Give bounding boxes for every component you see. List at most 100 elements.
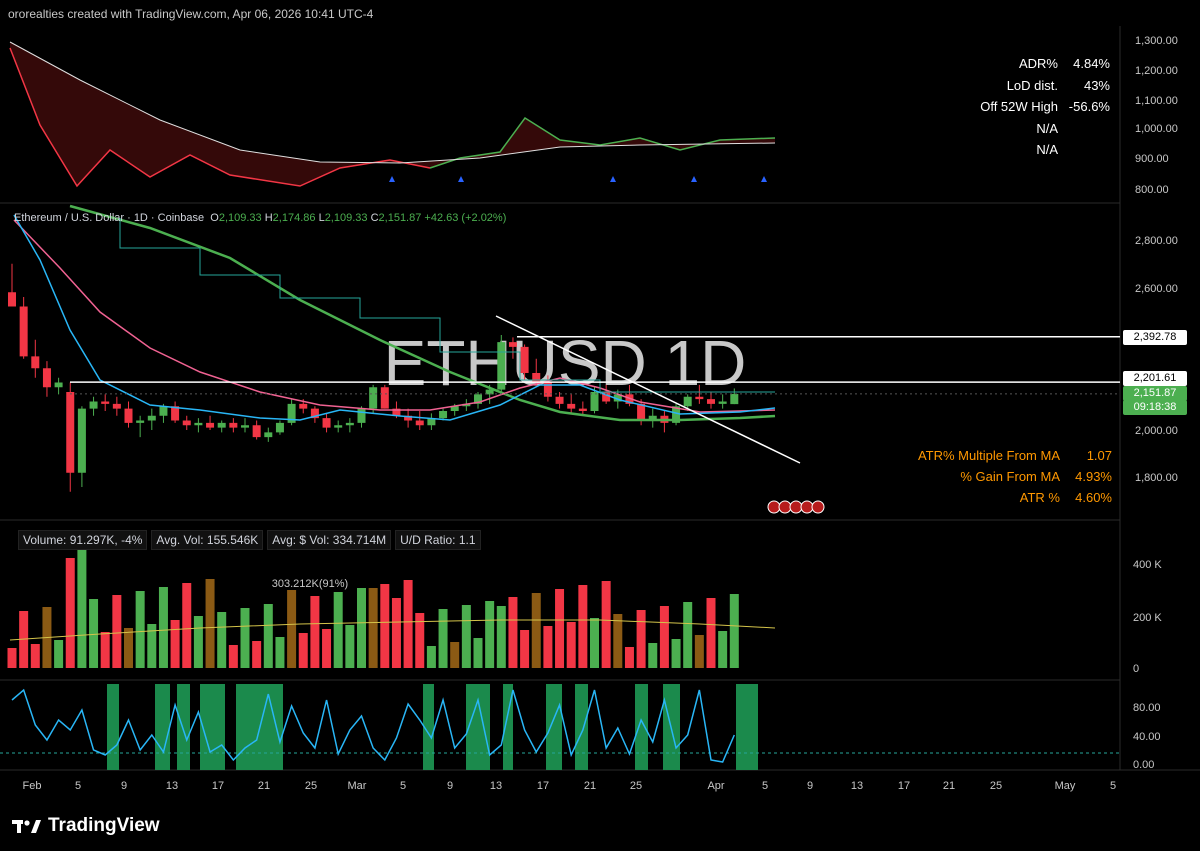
rs-y-tick: 900.00	[1135, 153, 1169, 165]
x-axis-tick: 13	[166, 780, 178, 792]
volume-bar	[357, 588, 366, 668]
candle-body	[322, 418, 331, 428]
atr-stat-label: ATR% Multiple From MA	[918, 448, 1060, 463]
rs-y-tick: 1,300.00	[1135, 35, 1178, 47]
candle-body	[590, 392, 599, 411]
rs-stat-label: N/A	[1036, 142, 1058, 157]
symbol-legend[interactable]: Ethereum / U.S. Dollar · 1D · Coinbase O…	[14, 212, 506, 224]
x-axis-tick: 9	[447, 780, 453, 792]
volume-bar	[252, 641, 262, 668]
candle-body	[707, 399, 715, 404]
osc-zone-bar	[177, 684, 190, 770]
candle-body	[42, 368, 51, 388]
candle-body	[520, 346, 529, 373]
x-axis-tick: 21	[584, 780, 596, 792]
volume-bar	[706, 598, 716, 668]
osc-line	[11, 688, 735, 763]
avg-vol-label: Avg. Vol: 155.546K	[151, 530, 264, 550]
atr-stat-value: 4.93%	[1075, 469, 1112, 484]
x-axis-tick: 25	[990, 780, 1002, 792]
candle-body	[101, 401, 110, 404]
volume-bar	[310, 596, 320, 668]
signal-triangle-icon	[761, 176, 767, 182]
volume-bar	[683, 602, 693, 668]
volume-bar	[287, 590, 297, 668]
candle-body	[345, 422, 354, 426]
candle-body	[369, 387, 378, 409]
osc-zone-bar	[635, 684, 648, 770]
candle-body	[578, 408, 587, 411]
x-axis-tick: Mar	[348, 780, 367, 792]
event-flag-icon	[789, 500, 803, 514]
volume-y-tick: 200 K	[1133, 612, 1162, 624]
x-axis-tick: 17	[537, 780, 549, 792]
osc-y-tick: 40.00	[1133, 731, 1161, 743]
event-flag-icon	[778, 500, 792, 514]
volume-bar	[170, 620, 180, 668]
volume-bar	[7, 648, 17, 668]
candle-body	[683, 396, 692, 407]
x-axis-tick: 25	[305, 780, 317, 792]
volume-bar	[298, 633, 308, 668]
volume-annotation: 303.212K(91%)	[272, 578, 348, 590]
candle-body	[124, 408, 133, 423]
osc-zone-bar	[736, 684, 758, 770]
volume-bar	[135, 591, 145, 668]
volume-label: Volume: 91.297K, -4%	[18, 530, 148, 550]
x-axis-tick: Feb	[23, 780, 42, 792]
event-flag-icon	[800, 500, 814, 514]
rs-y-tick: 1,200.00	[1135, 65, 1178, 77]
volume-bar	[694, 635, 704, 668]
candle-body	[136, 420, 145, 423]
high-value: 2,174.86	[272, 212, 316, 224]
rs-stat-value: 4.84%	[1073, 56, 1110, 71]
symbol-watermark: ETHUSD 1D	[384, 327, 747, 399]
volume-bar	[240, 608, 250, 668]
candle-body	[567, 403, 576, 409]
volume-bar	[520, 630, 530, 668]
x-axis-tick: 17	[898, 780, 910, 792]
close-label: C	[370, 212, 379, 224]
last-price-tag: 2,151.87	[1123, 386, 1187, 401]
event-flag-icon	[811, 500, 825, 514]
chart-canvas[interactable]: 1,300.001,200.001,100.001,000.00900.0080…	[0, 0, 1200, 851]
x-axis-tick: 21	[943, 780, 955, 792]
volume-bar	[578, 585, 588, 668]
price-y-tick: 1,800.00	[1135, 472, 1178, 484]
volume-bar	[322, 629, 332, 668]
candle-body	[182, 420, 191, 426]
volume-bar	[473, 638, 483, 668]
candle-body	[77, 408, 86, 473]
candle-body	[89, 401, 98, 409]
ud-ratio-label: U/D Ratio: 1.1	[395, 530, 481, 550]
volume-bar	[438, 609, 448, 668]
tradingview-logo[interactable]: TradingView	[12, 815, 160, 837]
high-label: H	[264, 212, 273, 224]
open-value: 2,109.33	[218, 212, 262, 224]
avg-dollar-vol-label: Avg: $ Vol: 334.714M	[267, 530, 392, 550]
volume-bar	[601, 581, 611, 668]
osc-zone-bar	[200, 684, 225, 770]
volume-bar	[648, 643, 658, 668]
volume-bar	[636, 610, 646, 668]
volume-y-tick: 0	[1133, 663, 1139, 675]
volume-bar	[158, 587, 168, 668]
rs-y-tick: 1,000.00	[1135, 123, 1178, 135]
volume-bar	[54, 640, 64, 668]
candle-body	[299, 403, 308, 409]
volume-bar	[263, 604, 273, 668]
atr-stat-label: % Gain From MA	[960, 469, 1060, 484]
candle-body	[718, 401, 727, 404]
volume-bar	[380, 584, 390, 668]
volume-bar	[450, 642, 460, 668]
osc-zone-bar	[107, 684, 119, 770]
candle-body	[66, 392, 75, 473]
atr-stat-value: 1.07	[1087, 448, 1112, 463]
volume-legend: Volume: 91.297K, -4% Avg. Vol: 155.546K …	[18, 530, 481, 550]
rs-stat-label: Off 52W High	[980, 99, 1058, 114]
volume-bar	[77, 550, 87, 668]
price-y-tick: 2,000.00	[1135, 425, 1178, 437]
candle-body	[229, 422, 238, 428]
volume-bar	[391, 598, 401, 668]
candle-body	[508, 342, 517, 347]
